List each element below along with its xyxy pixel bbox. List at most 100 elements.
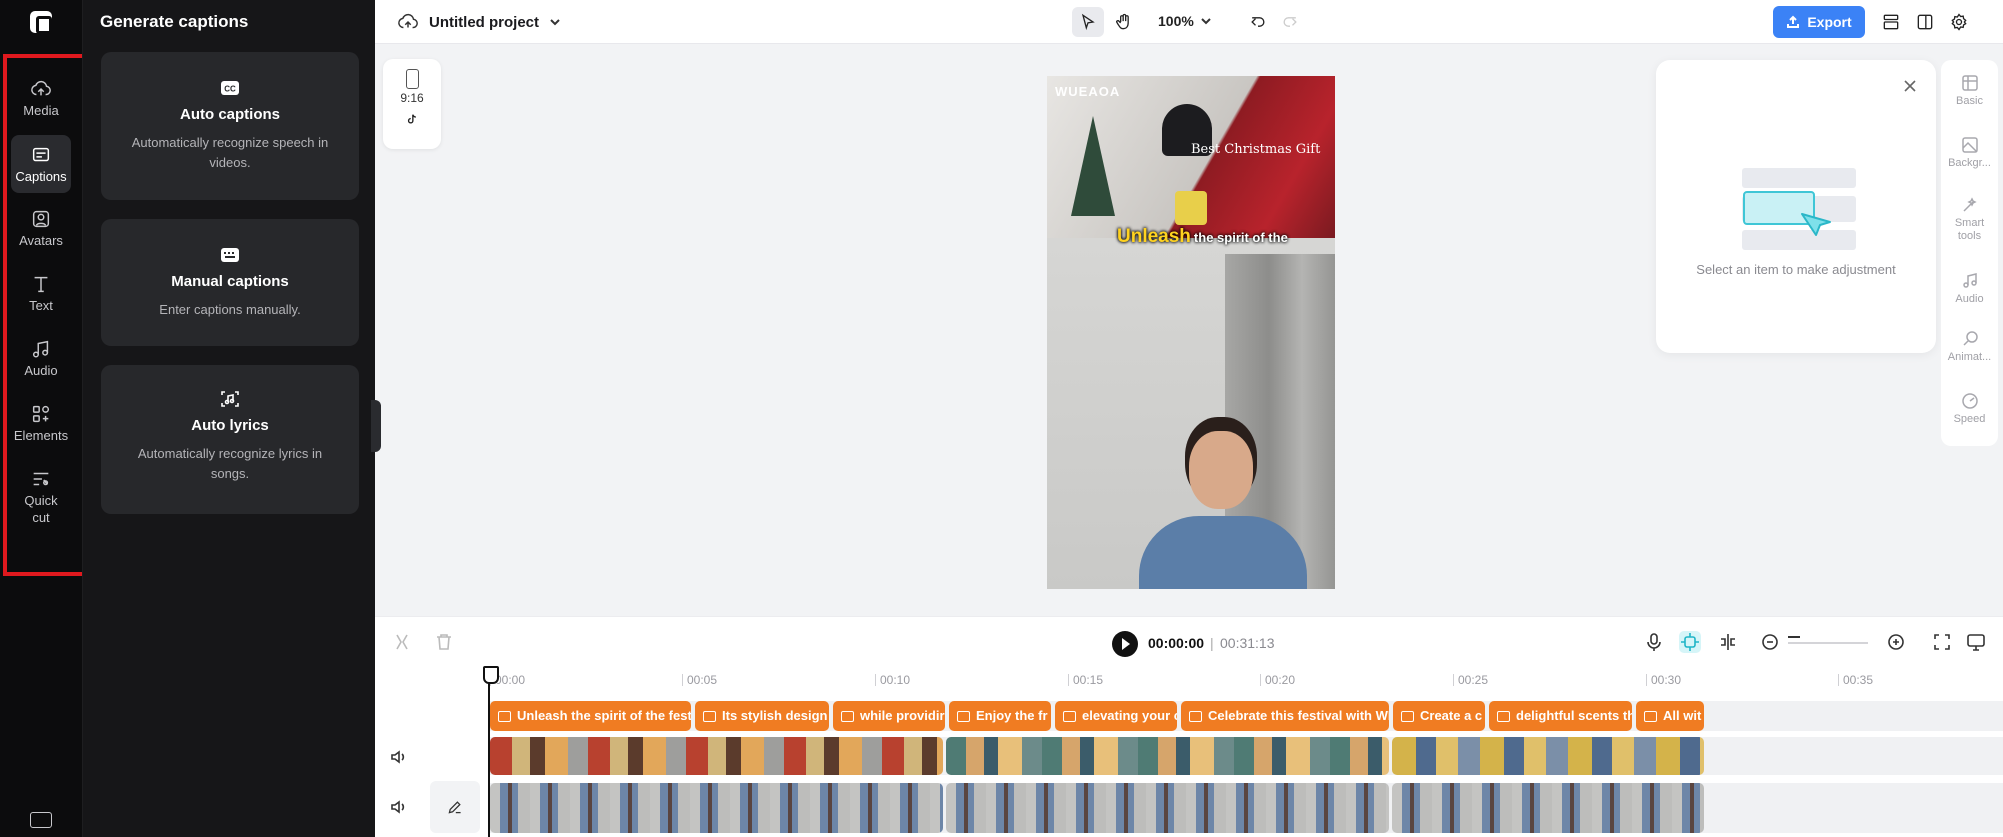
- aspect-ratio-selector[interactable]: 9:16: [383, 59, 441, 149]
- layers-button[interactable]: [1875, 7, 1907, 37]
- timeline: 00:00 00:05 00:10 00:15 00:20 00:25 00:3…: [375, 666, 2003, 837]
- rail-item-label: Text: [29, 298, 53, 313]
- app-root: Media Captions Avatars Text Audio Elemen…: [0, 0, 2003, 837]
- caption-clip[interactable]: Its stylish design: [695, 701, 829, 731]
- manual-captions-card[interactable]: Manual captions Enter captions manually.: [101, 219, 359, 346]
- captions-track: Unleash the spirit of the festi Its styl…: [490, 701, 2003, 731]
- zoom-out-button[interactable]: [1759, 631, 1781, 653]
- rail-item-audio[interactable]: Audio: [11, 338, 71, 386]
- elements-icon: [32, 405, 50, 423]
- right-rail-speed[interactable]: Speed: [1941, 392, 1998, 426]
- edit-cover-button[interactable]: [430, 781, 480, 833]
- split-align-button[interactable]: [1717, 631, 1739, 653]
- caption-clip-icon: [1063, 710, 1076, 722]
- rail-item-label: Audio: [24, 363, 58, 378]
- caption-clip[interactable]: elevating your c: [1055, 701, 1177, 731]
- card-description: Automatically recognize lyrics in songs.: [137, 446, 323, 481]
- settings-button[interactable]: [1943, 7, 1975, 37]
- card-title: Auto captions: [180, 106, 280, 123]
- right-rail-label: Speed: [1953, 413, 1986, 425]
- keyboard-shortcuts-icon[interactable]: [30, 812, 52, 828]
- auto-captions-card[interactable]: CC Auto captions Automatically recognize…: [101, 52, 359, 200]
- app-logo[interactable]: [30, 11, 52, 34]
- mute-main-track-button[interactable]: [389, 798, 409, 818]
- empty-state-text: Select an item to make adjustment: [1696, 262, 1896, 277]
- rail-item-avatars[interactable]: Avatars: [11, 208, 71, 256]
- caption-clip[interactable]: delightful scents th: [1489, 701, 1632, 731]
- mute-track-button[interactable]: [389, 748, 409, 768]
- split-button[interactable]: [391, 631, 413, 653]
- record-voiceover-button[interactable]: [1643, 631, 1665, 653]
- right-rail-audio[interactable]: Audio: [1941, 272, 1998, 306]
- caption-clip-text: Celebrate this festival with WL: [1208, 708, 1389, 723]
- layers-icon: [1883, 14, 1899, 30]
- video-preview[interactable]: WUEAOA Best Christmas Gift Unleash the sp…: [1047, 76, 1335, 589]
- undo-button[interactable]: [1242, 7, 1274, 37]
- caption-clip[interactable]: while providir: [833, 701, 945, 731]
- caption-clip[interactable]: Enjoy the fr: [949, 701, 1051, 731]
- captions-icon: [32, 147, 50, 162]
- total-duration: 00:31:13: [1220, 635, 1275, 651]
- video-clip[interactable]: [946, 783, 1389, 833]
- timeline-zoom-slider[interactable]: [1788, 636, 1868, 644]
- caption-clip[interactable]: Unleash the spirit of the festi: [490, 701, 691, 731]
- right-rail-basic[interactable]: Basic: [1941, 74, 1998, 108]
- trash-icon: [437, 634, 451, 650]
- right-rail-label: Animat...: [1947, 351, 1992, 363]
- zoom-in-button[interactable]: [1885, 631, 1907, 653]
- rail-item-media[interactable]: Media: [11, 78, 71, 126]
- caption-clip-text: Its stylish design: [722, 708, 828, 723]
- right-rail-background[interactable]: Backgr...: [1941, 136, 1998, 170]
- select-tool-button[interactable]: [1072, 7, 1104, 37]
- rail-item-quick-cut[interactable]: Quick cut: [11, 468, 71, 526]
- zoom-dropdown[interactable]: 100%: [1158, 13, 1212, 29]
- top-bar: Untitled project 100% Export: [375, 0, 2003, 44]
- cloud-upload-icon: [31, 80, 51, 96]
- video-clip[interactable]: [490, 737, 943, 775]
- play-button[interactable]: [1112, 631, 1138, 657]
- right-rail-smart-tools[interactable]: Smart tools: [1941, 196, 1998, 243]
- rail-item-captions[interactable]: Captions: [11, 135, 71, 193]
- delete-button[interactable]: [433, 631, 455, 653]
- caption-clip[interactable]: Create a c: [1393, 701, 1485, 731]
- main-video-track: [490, 783, 2003, 833]
- preview-settings-button[interactable]: [1965, 631, 1987, 653]
- time-separator: |: [1210, 635, 1214, 651]
- caption-clip[interactable]: Celebrate this festival with WL: [1181, 701, 1389, 731]
- music-note-icon: [32, 340, 49, 358]
- caption-clip-text: All wit: [1663, 708, 1702, 723]
- fit-timeline-button[interactable]: [1931, 631, 1953, 653]
- project-name-dropdown[interactable]: Untitled project: [397, 11, 561, 33]
- caption-rest: the spirit of the: [1193, 230, 1288, 245]
- slider-thumb[interactable]: [1788, 636, 1800, 638]
- caption-clip-icon: [1401, 710, 1414, 722]
- zoom-level: 100%: [1158, 13, 1194, 29]
- snap-icon: [1681, 633, 1699, 651]
- timeline-ruler[interactable]: 00:00 00:05 00:10 00:15 00:20 00:25 00:3…: [490, 668, 2003, 688]
- rail-item-text[interactable]: Text: [11, 273, 71, 321]
- video-caption-overlay[interactable]: Unleash the spirit of the: [1117, 226, 1288, 248]
- redo-button[interactable]: [1274, 7, 1306, 37]
- chevron-down-icon: [550, 19, 560, 26]
- zoom-out-icon: [1762, 634, 1778, 650]
- panel-collapse-handle[interactable]: [371, 400, 381, 452]
- video-clip[interactable]: [490, 783, 943, 833]
- auto-lyrics-card[interactable]: Auto lyrics Automatically recognize lyri…: [101, 365, 359, 514]
- auto-snap-toggle[interactable]: [1679, 631, 1701, 653]
- layout-toggle-button[interactable]: [1909, 7, 1941, 37]
- animation-icon: [1962, 331, 1978, 346]
- ruler-tick: 00:35: [1838, 674, 1873, 686]
- ruler-tick: 00:20: [1260, 674, 1295, 686]
- video-clip[interactable]: [1392, 783, 1704, 833]
- right-rail-animation[interactable]: Animat...: [1941, 330, 1998, 364]
- playhead[interactable]: [483, 666, 499, 837]
- export-button[interactable]: Export: [1773, 6, 1865, 38]
- rail-item-elements[interactable]: Elements: [11, 403, 71, 451]
- lyrics-scan-icon: [221, 391, 239, 407]
- caption-clip[interactable]: All wit: [1636, 701, 1704, 731]
- hand-tool-button[interactable]: [1108, 7, 1140, 37]
- close-button[interactable]: [1902, 78, 1918, 94]
- video-clip[interactable]: [946, 737, 1389, 775]
- card-title: Auto lyrics: [191, 417, 269, 434]
- video-clip[interactable]: [1392, 737, 1704, 775]
